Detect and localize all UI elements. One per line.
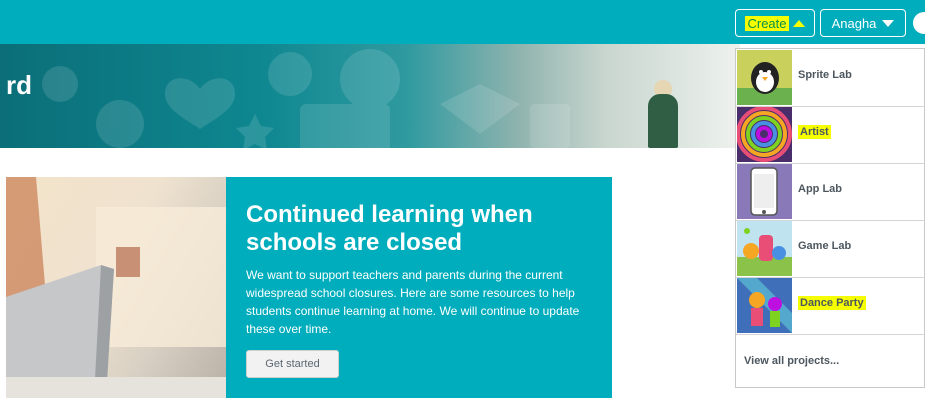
- menu-item-label: App Lab: [798, 183, 842, 195]
- get-started-button[interactable]: Get started: [246, 350, 339, 378]
- menu-item-label: Artist: [798, 125, 831, 139]
- hero-banner: rd: [0, 44, 740, 148]
- caret-down-icon: [882, 19, 895, 27]
- view-all-projects-link[interactable]: View all projects...: [744, 355, 839, 367]
- game-lab-thumbnail: [737, 221, 792, 276]
- create-dropdown-menu: Sprite Lab Artist App Lab Game Lab Dance…: [735, 48, 925, 388]
- top-navigation-bar: Create Anagha: [0, 0, 925, 44]
- continued-learning-card: Continued learning when schools are clos…: [226, 177, 612, 398]
- menu-item-sprite-lab[interactable]: Sprite Lab: [736, 49, 925, 107]
- create-button-label: Create: [745, 15, 789, 31]
- user-name-label: Anagha: [831, 15, 877, 31]
- card-heading: Continued learning when schools are clos…: [246, 201, 533, 256]
- menu-item-label: Dance Party: [798, 296, 866, 310]
- app-lab-thumbnail: [737, 164, 792, 219]
- help-icon[interactable]: [913, 12, 925, 34]
- sprite-lab-thumbnail: [737, 50, 792, 105]
- page-title: rd: [6, 70, 32, 100]
- highlighted-label: Artist: [798, 125, 831, 139]
- menu-item-game-lab[interactable]: Game Lab: [736, 220, 925, 278]
- banner-photo-person: [648, 94, 678, 148]
- highlighted-label: Dance Party: [798, 296, 866, 310]
- menu-item-artist[interactable]: Artist: [736, 106, 925, 164]
- menu-item-dance-party[interactable]: Dance Party: [736, 277, 925, 335]
- laptop-photo-illustration: [6, 177, 226, 398]
- card-photo: [6, 177, 226, 398]
- card-body-text: We want to support teachers and parents …: [246, 268, 580, 336]
- artist-thumbnail: [737, 107, 792, 162]
- menu-item-app-lab[interactable]: App Lab: [736, 163, 925, 221]
- user-menu-button[interactable]: Anagha: [820, 9, 906, 37]
- caret-up-icon: [792, 19, 805, 27]
- dance-party-thumbnail: [737, 278, 792, 333]
- banner-pattern: [42, 49, 570, 148]
- menu-item-label: Sprite Lab: [798, 69, 852, 81]
- create-button[interactable]: Create: [735, 9, 815, 37]
- menu-item-label: Game Lab: [798, 240, 852, 252]
